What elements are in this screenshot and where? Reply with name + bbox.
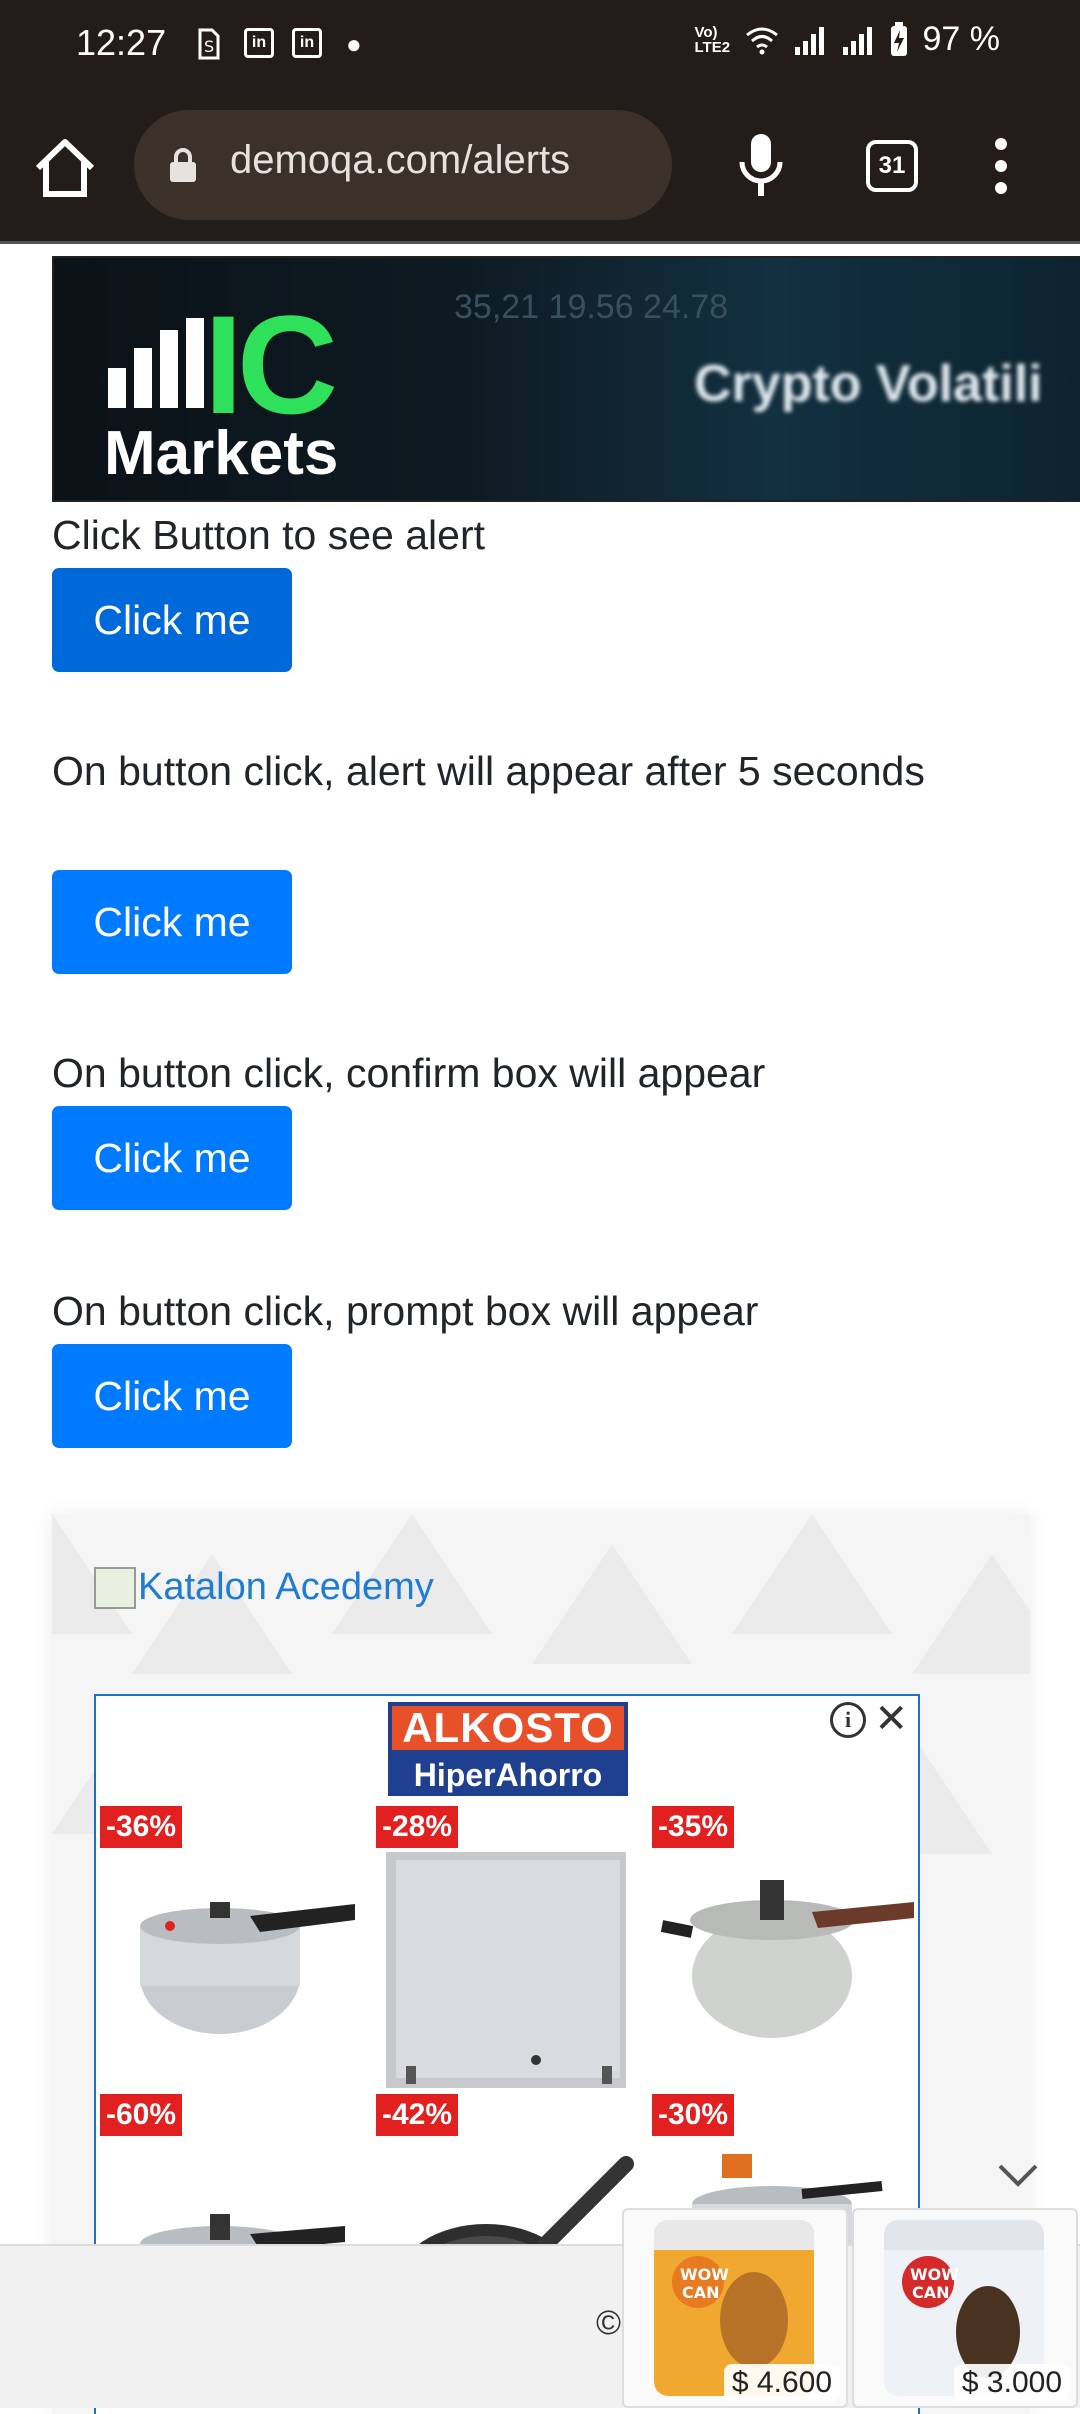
- alert-button[interactable]: Click me: [52, 568, 292, 672]
- status-bar: 12:27 S in in ● Vo) LTE2 97 %: [0, 0, 1080, 88]
- ad-info-icon[interactable]: i: [830, 1702, 866, 1738]
- svg-text:WOW: WOW: [680, 2265, 729, 2284]
- product-price: $ 4.600: [723, 2364, 840, 2402]
- mini-fridge-icon: [386, 1852, 626, 2088]
- discount-badge: -36%: [100, 1806, 183, 1848]
- discount-badge: -35%: [652, 1806, 735, 1848]
- sim-icon: S: [196, 26, 222, 62]
- svg-text:WOW: WOW: [910, 2265, 959, 2284]
- katalon-link[interactable]: Katalon Acedemy: [94, 1566, 434, 1609]
- chevron-down-icon[interactable]: [996, 2160, 1040, 2190]
- discount-badge: -42%: [376, 2094, 459, 2136]
- signal-icon: [842, 26, 872, 55]
- alkosto-title: ALKOSTO: [388, 1702, 628, 1754]
- katalon-link-text[interactable]: Katalon Acedemy: [138, 1566, 434, 1609]
- svg-text:CAN: CAN: [912, 2283, 950, 2302]
- ad-decor-numbers: 35,21 19.56 24.78: [454, 288, 729, 326]
- discount-badge: -28%: [376, 1806, 459, 1848]
- browser-toolbar: demoqa.com/alerts 31: [0, 88, 1080, 244]
- lock-icon[interactable]: [168, 148, 198, 184]
- dot-icon: ●: [346, 28, 362, 59]
- ad-product[interactable]: -35%: [652, 1806, 928, 2096]
- ic-markets-logo-icon: [108, 318, 204, 408]
- confirm-button[interactable]: Click me: [52, 1106, 292, 1210]
- broken-image-icon: [94, 1566, 136, 1609]
- svg-text:CAN: CAN: [682, 2283, 720, 2302]
- battery-percent: 97 %: [922, 20, 1001, 58]
- prompt-button[interactable]: Click me: [52, 1344, 292, 1448]
- address-bar[interactable]: demoqa.com/alerts: [134, 110, 672, 220]
- signal-icon: [794, 26, 824, 55]
- ad-product[interactable]: -28%: [376, 1806, 652, 2096]
- svg-text:S: S: [204, 37, 214, 56]
- url-text[interactable]: demoqa.com/alerts: [230, 138, 570, 183]
- ad-close-icon[interactable]: ✕: [874, 1696, 908, 1742]
- pressure-cooker-icon: [140, 1902, 355, 2034]
- status-right: Vo) LTE2 97 %: [695, 20, 1001, 59]
- ad-tagline: Crypto Volatili: [694, 355, 1043, 413]
- alkosto-logo: ALKOSTO HiperAhorro: [388, 1702, 628, 1796]
- alkosto-subtitle: HiperAhorro: [388, 1754, 628, 1796]
- discount-badge: -30%: [652, 2094, 735, 2136]
- linkedin-icon: in: [244, 28, 274, 58]
- copyright-text: ©: [596, 2304, 622, 2342]
- timer-alert-label: On button click, alert will appear after…: [52, 748, 925, 794]
- linkedin-icon: in: [292, 28, 322, 58]
- shopping-ad-item[interactable]: WOW CAN $ 3.000: [852, 2208, 1078, 2408]
- microphone-icon[interactable]: [736, 128, 786, 204]
- volte-icon: Vo) LTE2: [694, 23, 731, 56]
- battery-charging-icon: [890, 21, 907, 56]
- home-icon[interactable]: [28, 132, 102, 206]
- more-menu-icon[interactable]: [986, 128, 1016, 204]
- pressure-cooker-icon: [660, 1880, 914, 2038]
- alert-label-1: Click Button to see alert: [52, 512, 485, 558]
- shopping-ad-item[interactable]: WOW CAN $ 4.600: [622, 2208, 848, 2408]
- tab-switcher-button[interactable]: 31: [866, 140, 918, 192]
- ad-product[interactable]: -36%: [100, 1806, 376, 2096]
- ad-brand-markets: Markets: [104, 419, 339, 488]
- confirm-label: On button click, confirm box will appear: [52, 1050, 766, 1096]
- timer-alert-button[interactable]: Click me: [52, 870, 292, 974]
- status-time: 12:27: [76, 22, 167, 63]
- wifi-icon: [745, 27, 778, 54]
- banner-ad[interactable]: 35,21 19.56 24.78 IC Markets Crypto Vola…: [52, 256, 1080, 502]
- discount-badge: -60%: [100, 2094, 183, 2136]
- product-price: $ 3.000: [953, 2364, 1070, 2402]
- prompt-label: On button click, prompt box will appear: [52, 1288, 759, 1334]
